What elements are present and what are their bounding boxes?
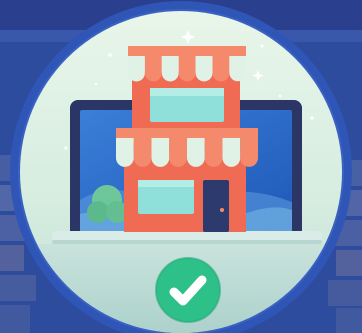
laptop-base-shadow xyxy=(52,240,322,244)
shop-window-shine xyxy=(138,180,194,187)
check-badge-icon xyxy=(155,257,221,323)
upper-window-shine xyxy=(150,88,224,96)
door-knob xyxy=(220,208,224,212)
top-awning xyxy=(127,46,246,82)
store-building xyxy=(116,46,258,232)
shop-door xyxy=(203,180,229,232)
storefront-laptop-scene xyxy=(0,0,362,333)
storefront-illustration xyxy=(0,0,362,333)
